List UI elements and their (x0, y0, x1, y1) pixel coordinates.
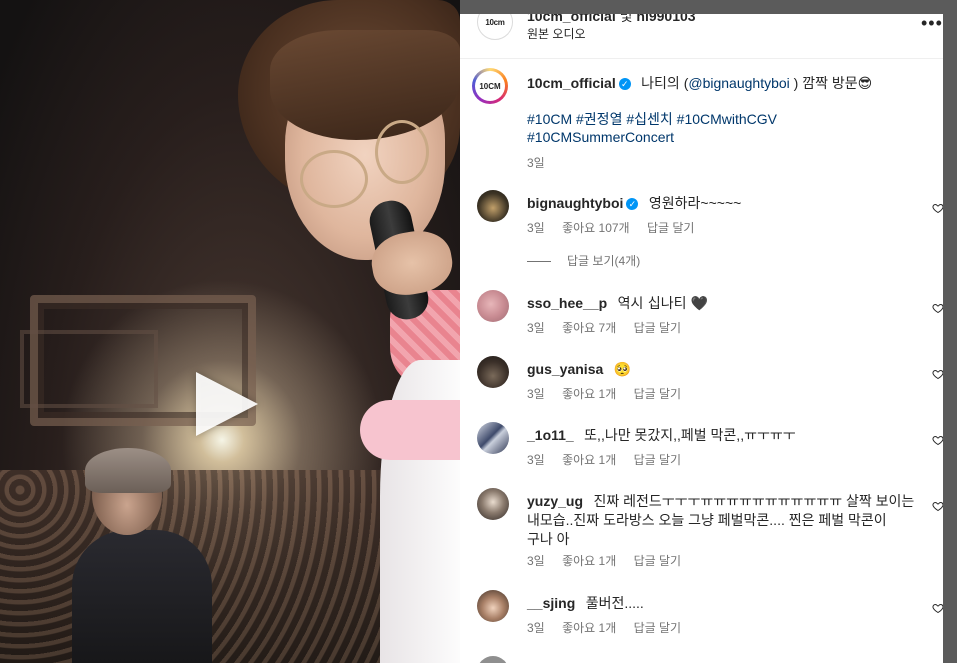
more-horizontal-icon[interactable]: ••• (921, 13, 943, 34)
comment-time: 3일 (527, 387, 545, 401)
comment-meta: 3일 좋아요 1개 답글 달기 (527, 619, 695, 636)
comment-meta: 3일 좋아요 1개 답글 달기 (527, 451, 695, 468)
view-replies-label: 답글 보기(4개) (567, 254, 641, 268)
reply-button[interactable]: 답글 달기 (634, 554, 682, 568)
comment-body: 🥺 (613, 362, 632, 378)
heart-outline-icon[interactable] (932, 202, 943, 214)
replies-line (527, 261, 551, 262)
comment-body: 또,,나만 못갔지,,페벌 막콘,,ㅠㅜㅠㅜ (584, 427, 796, 443)
verified-badge-icon: ✓ (618, 78, 631, 90)
comment-body: 풀버전..... (585, 595, 644, 611)
caption-prefix: 나티의 ( (641, 75, 689, 91)
comment-text: yuzy_ug 진짜 레전드ㅜㅜㅜㅠㅠㅠㅠㅠㅠㅠㅠㅠㅠㅠ 살짝 보이는 내모습.… (527, 492, 917, 549)
play-icon[interactable] (196, 372, 258, 436)
comment-text: gus_yanisa 🥺 (527, 360, 917, 379)
comment-likes[interactable]: 좋아요 1개 (562, 554, 616, 568)
comment-username[interactable]: __sjing (527, 595, 575, 611)
commenter-avatar[interactable] (477, 356, 509, 388)
comment-username[interactable]: _1o11_ (527, 427, 574, 443)
comment-time: 3일 (527, 453, 545, 467)
view-replies-button[interactable]: 답글 보기(4개) (527, 252, 640, 269)
comment-time: 3일 (527, 321, 545, 335)
glasses-right (375, 120, 429, 184)
comment-likes[interactable]: 좋아요 1개 (562, 621, 616, 635)
caption-suffix: ) 깜짝 방문😎 (789, 75, 873, 91)
comment-time: 3일 (527, 221, 545, 235)
comment-time: 3일 (527, 554, 545, 568)
comment-meta: 3일 좋아요 1개 답글 달기 (527, 385, 695, 402)
reply-button[interactable]: 답글 달기 (634, 621, 682, 635)
comment-body: 영원하라~~~~~ (648, 195, 742, 211)
comment-text: _1o11_ 또,,나만 못갔지,,페벌 막콘,,ㅠㅜㅠㅜ (527, 426, 917, 445)
heart-outline-icon[interactable] (932, 602, 943, 614)
commenter-avatar[interactable] (477, 590, 509, 622)
comment-likes[interactable]: 좋아요 107개 (562, 221, 630, 235)
comment-username[interactable]: bignaughtyboi (527, 195, 623, 211)
post-panel: 10cm 10cm_official 및 hi990103 원본 오디오 •••… (460, 0, 943, 663)
comment-meta: 3일 좋아요 107개 답글 달기 (527, 219, 708, 236)
heart-outline-icon[interactable] (932, 302, 943, 314)
audio-label[interactable]: 원본 오디오 (527, 25, 586, 42)
comment-username[interactable]: gus_yanisa (527, 361, 603, 377)
caption-hashtags-1[interactable]: #10CM #권정열 #십센치 #10CMwithCGV (527, 110, 917, 128)
caption-hashtags-2[interactable]: #10CMSummerConcert (527, 128, 917, 146)
heart-outline-icon[interactable] (932, 500, 943, 512)
comment-likes[interactable]: 좋아요 1개 (562, 387, 616, 401)
commenter-avatar[interactable] (477, 656, 509, 663)
commenter-avatar[interactable] (477, 488, 509, 520)
glasses-left (300, 150, 368, 208)
commenter-avatar[interactable] (477, 290, 509, 322)
caption-time: 3일 (527, 156, 545, 170)
caption-avatar-text: 10CM (479, 81, 501, 91)
comment-body: 역시 십나티 🖤 (617, 296, 709, 312)
reply-button[interactable]: 답글 달기 (634, 453, 682, 467)
reply-button[interactable]: 답글 달기 (647, 221, 695, 235)
reply-button[interactable]: 답글 달기 (634, 321, 682, 335)
comment-username[interactable]: sso_hee__p (527, 295, 607, 311)
comment-text: __sjing 풀버전..... (527, 594, 917, 613)
caption-mention[interactable]: @bignaughtyboi (688, 75, 789, 91)
verified-badge-icon: ✓ (626, 198, 639, 210)
reply-button[interactable]: 답글 달기 (634, 387, 682, 401)
comment-time: 3일 (527, 621, 545, 635)
second-singer-hair (85, 448, 171, 493)
comment-meta: 3일 좋아요 1개 답글 달기 (527, 552, 695, 569)
caption-text: 10cm_official ✓ 나티의 (@bignaughtyboi ) 깜짝 … (527, 74, 917, 93)
video-player[interactable] (0, 0, 460, 663)
commenter-avatar[interactable] (477, 422, 509, 454)
comment-meta: 3일 좋아요 7개 답글 달기 (527, 319, 695, 336)
comment-likes[interactable]: 좋아요 7개 (562, 321, 616, 335)
heart-outline-icon[interactable] (932, 434, 943, 446)
avatar-logo-text: 10cm (485, 17, 505, 27)
comment-text: sso_hee__p 역시 십나티 🖤 (527, 294, 917, 313)
caption-author[interactable]: 10cm_official (527, 75, 616, 91)
page-gutter (943, 0, 957, 663)
second-singer-body (72, 530, 212, 663)
comment-username[interactable]: yuzy_ug (527, 493, 583, 509)
performer-cuff (360, 400, 460, 460)
comment-text: bignaughtyboi ✓ 영원하라~~~~~ (527, 194, 917, 213)
heart-outline-icon[interactable] (932, 368, 943, 380)
stage-frame-inner (20, 330, 158, 408)
commenter-avatar[interactable] (477, 190, 509, 222)
comment-body-line-1: 진짜 레전드ㅜㅜㅜㅠㅠㅠㅠㅠㅠㅠㅠㅠㅠㅠ 살짝 보이는 (593, 493, 915, 509)
top-overlay-strip (460, 0, 943, 14)
caption-avatar[interactable]: 10CM (472, 68, 508, 104)
comment-body-line-3: 구나 아 (527, 531, 570, 547)
comment-likes[interactable]: 좋아요 1개 (562, 453, 616, 467)
comment-body-line-2: 내모습..진짜 도라방스 오늘 그냥 페벌막콘.... 찐은 페벌 막콘이 (527, 512, 887, 528)
